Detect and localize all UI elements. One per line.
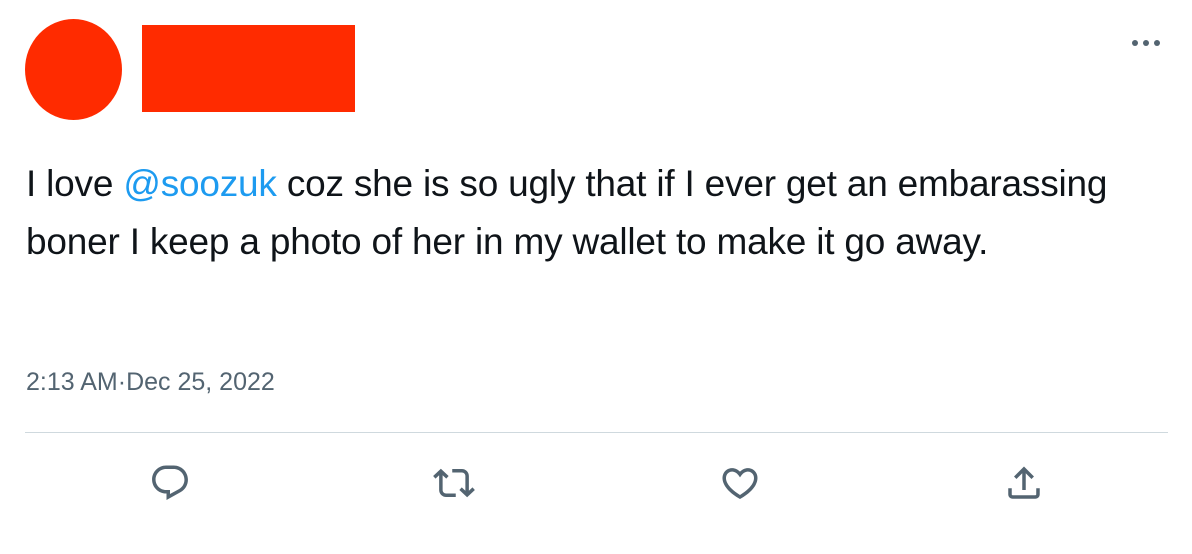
more-dot [1143,40,1149,46]
mention-link[interactable]: @soozuk [123,163,277,204]
redacted-author-name[interactable] [142,25,355,112]
tweet-metadata: 2:13 AM · Dec 25, 2022 [26,366,275,398]
heart-icon [722,468,758,500]
like-button[interactable] [717,460,763,506]
more-options-button[interactable] [1125,28,1167,58]
tweet-text-prefix: I love [26,163,124,204]
more-dot [1154,40,1160,46]
tweet-date-link[interactable]: Dec 25, 2022 [126,366,275,398]
retweet-icon [433,468,475,498]
tweet-time-link[interactable]: 2:13 AM [26,366,118,398]
reply-button[interactable] [147,460,193,506]
more-dot [1132,40,1138,46]
redacted-avatar[interactable] [25,19,122,120]
metadata-separator: · [117,368,127,396]
share-button[interactable] [1001,460,1047,506]
share-icon [1008,466,1040,499]
retweet-button[interactable] [431,460,477,506]
reply-icon [152,465,188,500]
tweet-text: I love @soozuk coz she is so ugly that i… [26,155,1166,271]
divider [25,432,1168,433]
tweet-card: I love @soozuk coz she is so ugly that i… [0,0,1192,554]
